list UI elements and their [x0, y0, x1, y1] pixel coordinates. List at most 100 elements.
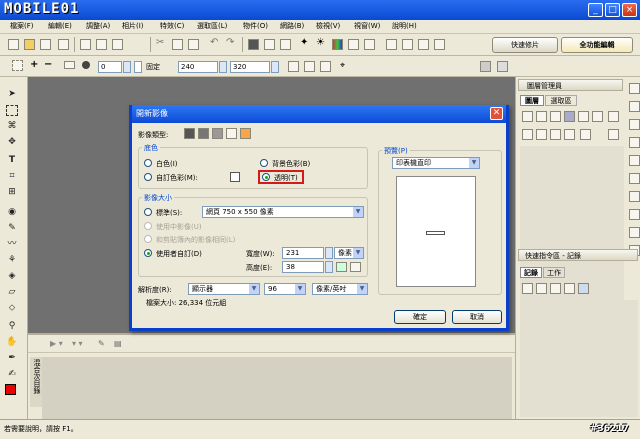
subtract-mode-icon[interactable]: − [44, 59, 52, 70]
panel-icon-1[interactable] [629, 83, 640, 94]
browser-icon[interactable] [418, 39, 429, 50]
eraser-tool-icon[interactable]: ▱ [6, 287, 18, 298]
add-mode-icon[interactable]: + [30, 59, 38, 70]
history-save-icon[interactable] [564, 283, 575, 294]
paste-icon[interactable] [188, 39, 199, 50]
antialias-checkbox[interactable] [134, 61, 142, 73]
text-icon[interactable] [364, 39, 375, 50]
history-undo-icon[interactable] [522, 283, 533, 294]
print-icon[interactable] [80, 39, 91, 50]
grid-icon[interactable] [386, 39, 397, 50]
image-type-gray-icon[interactable] [198, 128, 209, 139]
menu-effects[interactable]: 特效(C) [160, 21, 184, 31]
pin-icon[interactable]: ⌖ [340, 61, 351, 72]
layer-mask-icon[interactable] [578, 111, 589, 122]
move-tool-icon[interactable]: ✥ [6, 137, 18, 148]
menu-selection[interactable]: 選取區(L) [197, 21, 227, 31]
bg-transparent-radio[interactable] [262, 173, 270, 181]
layer-visible-icon[interactable] [580, 129, 591, 140]
menu-object[interactable]: 物件(O) [243, 21, 268, 31]
menu-file[interactable]: 檔案(F) [10, 21, 34, 31]
width-field[interactable]: 231 [282, 247, 324, 259]
undo-icon[interactable]: ↶ [210, 37, 218, 48]
crop-tool-icon[interactable]: ⌗ [6, 171, 18, 182]
resolution-unit-select[interactable]: 像素/英吋 ▼ [312, 283, 368, 295]
record-icon[interactable]: ▾ ▾ [72, 339, 83, 348]
menu-photo[interactable]: 相片(I) [122, 21, 144, 31]
feather-stepper[interactable] [123, 61, 131, 73]
cut-icon[interactable]: ✂ [156, 37, 164, 48]
eye-tool-icon[interactable]: ◉ [6, 207, 18, 218]
maximize-button[interactable]: □ [605, 3, 620, 17]
lasso-tool-icon[interactable]: ⌘ [6, 121, 18, 132]
select-all-icon[interactable] [288, 61, 299, 72]
scan-icon[interactable] [96, 39, 107, 50]
image-type-bw-icon[interactable] [240, 128, 251, 139]
minimize-button[interactable]: _ [588, 3, 603, 17]
clone-tool-icon[interactable]: ⚘ [6, 255, 18, 266]
width-stepper[interactable] [219, 61, 227, 73]
deselect-icon[interactable] [320, 61, 331, 72]
height-field[interactable]: 38 [282, 261, 324, 273]
resolution-source-select[interactable]: 顯示器 ▼ [188, 283, 260, 295]
brightness-icon[interactable]: ☀ [316, 37, 325, 48]
hand-tool-icon[interactable]: ✋ [6, 337, 18, 348]
script-list-icon[interactable]: ▤ [114, 339, 122, 348]
resize-icon[interactable] [280, 39, 291, 50]
dialog-close-button[interactable]: ✕ [490, 107, 503, 120]
height-stepper[interactable] [271, 61, 279, 73]
help-icon[interactable] [434, 39, 445, 50]
open-folder-icon[interactable] [24, 39, 35, 50]
layer-trash-icon[interactable] [608, 129, 619, 140]
size-custom-radio[interactable] [144, 249, 152, 257]
image-type-rgb-icon[interactable] [184, 128, 195, 139]
panel-icon-6[interactable] [629, 173, 640, 184]
selection-mode-icon[interactable] [12, 60, 23, 71]
menu-web[interactable]: 網路(B) [280, 21, 304, 31]
layer-blend-icon[interactable] [522, 129, 533, 140]
panel-icon-9[interactable] [629, 227, 640, 238]
lock-ratio-icon[interactable] [336, 262, 347, 272]
preferences-icon[interactable] [497, 61, 508, 72]
quick-edit-button[interactable]: 快速修片 [492, 37, 558, 53]
feather-input[interactable]: 0 [98, 61, 122, 73]
panel-icon-2[interactable] [629, 101, 640, 112]
save-as-icon[interactable] [58, 39, 69, 50]
menu-adjust[interactable]: 調整(A) [86, 21, 110, 31]
height-input[interactable]: 320 [230, 61, 270, 73]
height-spinner[interactable] [325, 261, 333, 273]
ok-button[interactable]: 確定 [394, 310, 446, 324]
tab-selection[interactable]: 選取區 [545, 95, 577, 106]
play-icon[interactable]: ▶ ▾ [50, 339, 63, 348]
ellipse-shape-icon[interactable] [82, 61, 90, 69]
panel-icon-8[interactable] [629, 209, 640, 220]
layer-cut-icon[interactable] [536, 129, 547, 140]
menu-window[interactable]: 視窗(W) [354, 21, 380, 31]
cancel-button[interactable]: 取消 [452, 310, 502, 324]
menu-edit[interactable]: 編輯(E) [48, 21, 72, 31]
rectangle-shape-icon[interactable] [64, 61, 75, 69]
bg-bgcolor-radio[interactable] [260, 159, 268, 167]
layer-new-icon[interactable] [522, 111, 533, 122]
bg-white-radio[interactable] [144, 159, 152, 167]
tab-work[interactable]: 工作 [543, 267, 565, 278]
menu-view[interactable]: 檢視(V) [316, 21, 340, 31]
close-window-button[interactable]: × [622, 3, 637, 17]
effects-icon[interactable] [348, 39, 359, 50]
new-file-icon[interactable] [8, 39, 19, 50]
email-icon[interactable] [112, 39, 123, 50]
color-adjust-icon[interactable] [332, 39, 343, 50]
panel-icon-5[interactable] [629, 155, 640, 166]
layer-delete-icon[interactable] [608, 111, 619, 122]
layer-group-icon[interactable] [564, 129, 575, 140]
layer-link-icon[interactable] [550, 129, 561, 140]
home-icon[interactable] [480, 61, 491, 72]
full-edit-button[interactable]: 全功能編輯 [561, 37, 633, 53]
copy-icon[interactable] [172, 39, 183, 50]
magic-wand-icon[interactable]: ✦ [300, 37, 308, 48]
eyedropper-tool-icon[interactable]: ✒ [6, 353, 18, 364]
zoom-tool-icon[interactable]: ⚲ [6, 321, 18, 332]
panel-icon-7[interactable] [629, 191, 640, 202]
text-tool-icon[interactable]: T [6, 155, 18, 166]
marquee-tool-icon[interactable] [6, 105, 18, 116]
